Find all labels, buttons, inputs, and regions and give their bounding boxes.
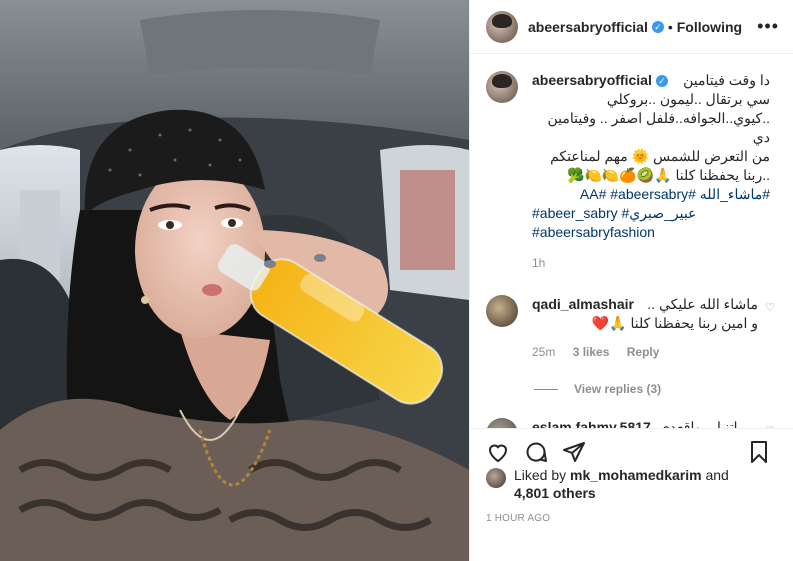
likes-summary: Liked by mk_mohamedkarim and 4,801 other… [486, 466, 777, 502]
comment-like-heart-icon[interactable]: ♡ [765, 301, 775, 314]
post-photo[interactable] [0, 0, 469, 561]
caption-body: abeersabryofficial ✓ دا وقت فيتامين سي بر… [532, 71, 770, 273]
comment-meta: 25m 3 likes Reply [532, 343, 772, 362]
comments-scroll-area[interactable]: abeersabryofficial ✓ دا وقت فيتامين سي بر… [470, 55, 793, 428]
caption-time[interactable]: 1h [532, 254, 770, 273]
instagram-post-modal: abeersabryofficial ✓ • Following ••• abe… [0, 0, 793, 561]
comment-likes[interactable]: 3 likes [573, 345, 610, 359]
likes-and: and [705, 467, 729, 483]
caption-line: ..كيوي..الجوافه..فلفل اصفر .. وفيتامين د… [547, 110, 770, 145]
comment-item: eslam.fahmy.5817 اتنيلي واقعدي ♡ [486, 418, 777, 428]
commenter-username[interactable]: qadi_almashair [532, 296, 634, 312]
comment-text: اتنيلي واقعدي [658, 419, 738, 428]
caption-line: من التعرض للشمس 🌞 مهم لمناعتكم [550, 148, 770, 164]
view-replies-button[interactable]: View replies (3) [534, 382, 777, 396]
more-options-icon[interactable]: ••• [757, 16, 779, 37]
comment-body: eslam.fahmy.5817 اتنيلي واقعدي [532, 418, 772, 428]
comment-bubble-icon[interactable] [520, 436, 552, 468]
likes-others-count[interactable]: 4,801 others [514, 485, 596, 501]
hashtag-line[interactable]: #ماشاء_الله #AA# #abeersabry [532, 185, 770, 204]
likes-text: Liked by mk_mohamedkarim and 4,801 other… [514, 466, 729, 502]
action-bar [470, 428, 793, 468]
reply-button[interactable]: Reply [627, 345, 660, 359]
following-button[interactable]: Following [677, 19, 742, 35]
caption-line: ..ربنا يحفظنا كلنا 🙏🥝🍊🍋🍋🥦 [567, 167, 770, 183]
comment-time[interactable]: 25m [532, 345, 555, 359]
liker-avatar[interactable] [486, 468, 506, 488]
author-avatar[interactable] [486, 10, 518, 43]
verified-badge-icon: ✓ [655, 75, 668, 88]
comment-item: qadi_almashair ماشاء الله عليكي .. و امي… [486, 295, 777, 362]
liked-by-prefix: Liked by [514, 467, 567, 483]
post-timestamp[interactable]: 1 HOUR AGO [486, 513, 550, 524]
caption-avatar[interactable] [486, 71, 518, 103]
post-sidebar: abeersabryofficial ✓ • Following ••• abe… [469, 0, 793, 561]
commenter-username[interactable]: eslam.fahmy.5817 [532, 419, 651, 428]
liker-username[interactable]: mk_mohamedkarim [570, 467, 702, 483]
hashtag-line[interactable]: #abeersabryfashion [532, 223, 770, 242]
caption-username[interactable]: abeersabryofficial [532, 72, 652, 88]
caption: abeersabryofficial ✓ دا وقت فيتامين سي بر… [486, 71, 777, 273]
commenter-avatar[interactable] [486, 295, 518, 327]
commenter-avatar[interactable] [486, 418, 518, 428]
verified-badge-icon: ✓ [651, 20, 664, 33]
caption-line: سي برتقال ..ليمون ..بروكلي [606, 91, 770, 107]
comment-body: qadi_almashair ماشاء الله عليكي .. و امي… [532, 295, 772, 362]
save-bookmark-icon[interactable] [743, 436, 775, 468]
selfie-image [0, 0, 469, 561]
like-heart-icon[interactable] [482, 436, 514, 468]
caption-line: دا وقت فيتامين [683, 72, 770, 88]
post-header: abeersabryofficial ✓ • Following ••• [470, 0, 793, 54]
separator-dot: • [667, 18, 673, 35]
author-username[interactable]: abeersabryofficial [528, 19, 648, 35]
comment-text: ماشاء الله عليكي .. [647, 296, 758, 312]
hashtag-line[interactable]: #abeer_sabry #عبير_صبري [532, 204, 770, 223]
comment-text: و امين ربنا يحفظنا كلنا 🙏❤️ [591, 315, 758, 331]
share-paper-plane-icon[interactable] [558, 436, 590, 468]
